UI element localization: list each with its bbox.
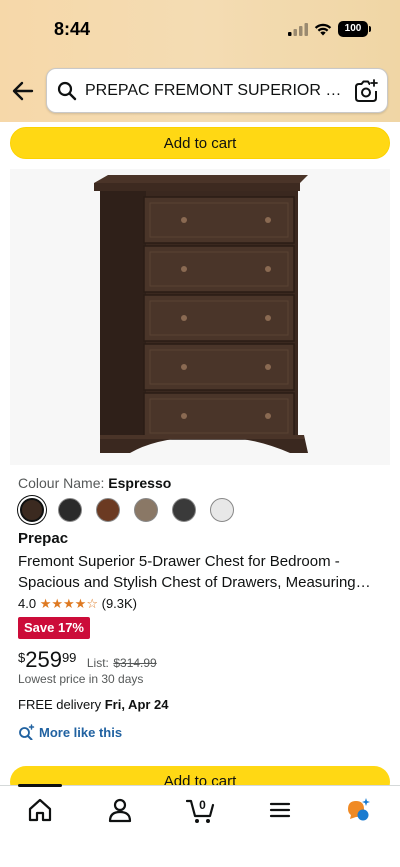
review-count: (9.3K): [101, 596, 138, 611]
colour-label: Colour Name:: [18, 475, 105, 491]
swatch-espresso[interactable]: [20, 498, 44, 522]
search-input[interactable]: PREPAC FREMONT SUPERIOR 5-DRAWER CHEST: [85, 82, 347, 100]
colour-value: Espresso: [108, 475, 172, 491]
header-area: 8:44 100 PREPAC FREMONT SUPERIOR 5-DRAWE…: [0, 0, 400, 122]
cart-icon[interactable]: 0: [186, 796, 216, 824]
nav-active-indicator: [18, 784, 62, 787]
add-to-cart-button[interactable]: Add to cart: [10, 127, 390, 159]
delivery-prefix: FREE delivery: [18, 697, 102, 712]
deal-badge: Save 17%: [18, 617, 90, 639]
swatch-black[interactable]: [58, 498, 82, 522]
price-symbol: $: [18, 650, 26, 665]
battery-icon: 100: [338, 21, 368, 37]
search-bar[interactable]: PREPAC FREMONT SUPERIOR 5-DRAWER CHEST: [46, 68, 388, 113]
account-icon[interactable]: [106, 796, 134, 824]
list-price: $314.99: [113, 656, 157, 670]
cart-count: 0: [199, 798, 206, 812]
more-like-this-label: More like this: [39, 725, 123, 740]
more-like-this-link[interactable]: More like this: [18, 724, 122, 740]
price-whole: 259: [25, 647, 62, 672]
back-arrow-icon[interactable]: [10, 78, 36, 104]
home-icon[interactable]: [26, 796, 54, 824]
rufus-icon[interactable]: [344, 796, 372, 824]
visual-search-icon: [19, 724, 35, 740]
list-price-label: List:: [86, 656, 109, 670]
lowest-price-note: Lowest price in 30 days: [18, 672, 144, 686]
product-image: [94, 175, 308, 453]
bottom-nav: 0: [0, 784, 400, 867]
product-image-card[interactable]: [10, 169, 390, 465]
product-title[interactable]: Fremont Superior 5-Drawer Chest for Bedr…: [18, 551, 384, 593]
swatch-dark-gray[interactable]: [172, 498, 196, 522]
rating-value: 4.0: [18, 596, 37, 611]
colour-name: Colour Name: Espresso: [18, 475, 171, 491]
signal-icon: [288, 23, 308, 36]
swatch-drifted-gray[interactable]: [134, 498, 158, 522]
price-fraction: 99: [61, 650, 77, 665]
swatch-white[interactable]: [210, 498, 234, 522]
status-time: 8:44: [54, 19, 91, 39]
price: $25999 List: $314.99: [18, 647, 157, 673]
star-rating-icon: ★★★★☆: [39, 596, 98, 611]
menu-icon[interactable]: [266, 796, 294, 824]
camera-search-icon[interactable]: [353, 78, 379, 104]
wifi-icon: [314, 23, 332, 36]
status-bar: 8:44 100: [0, 0, 400, 60]
delivery-date: Fri, Apr 24: [104, 697, 169, 712]
search-icon: [57, 81, 77, 101]
rating-row[interactable]: 4.0 ★★★★☆ (9.3K): [18, 596, 137, 612]
battery-tip: [369, 26, 371, 32]
swatch-cherry[interactable]: [96, 498, 120, 522]
delivery-info: FREE delivery Fri, Apr 24: [18, 697, 169, 712]
brand-name[interactable]: Prepac: [18, 530, 68, 547]
